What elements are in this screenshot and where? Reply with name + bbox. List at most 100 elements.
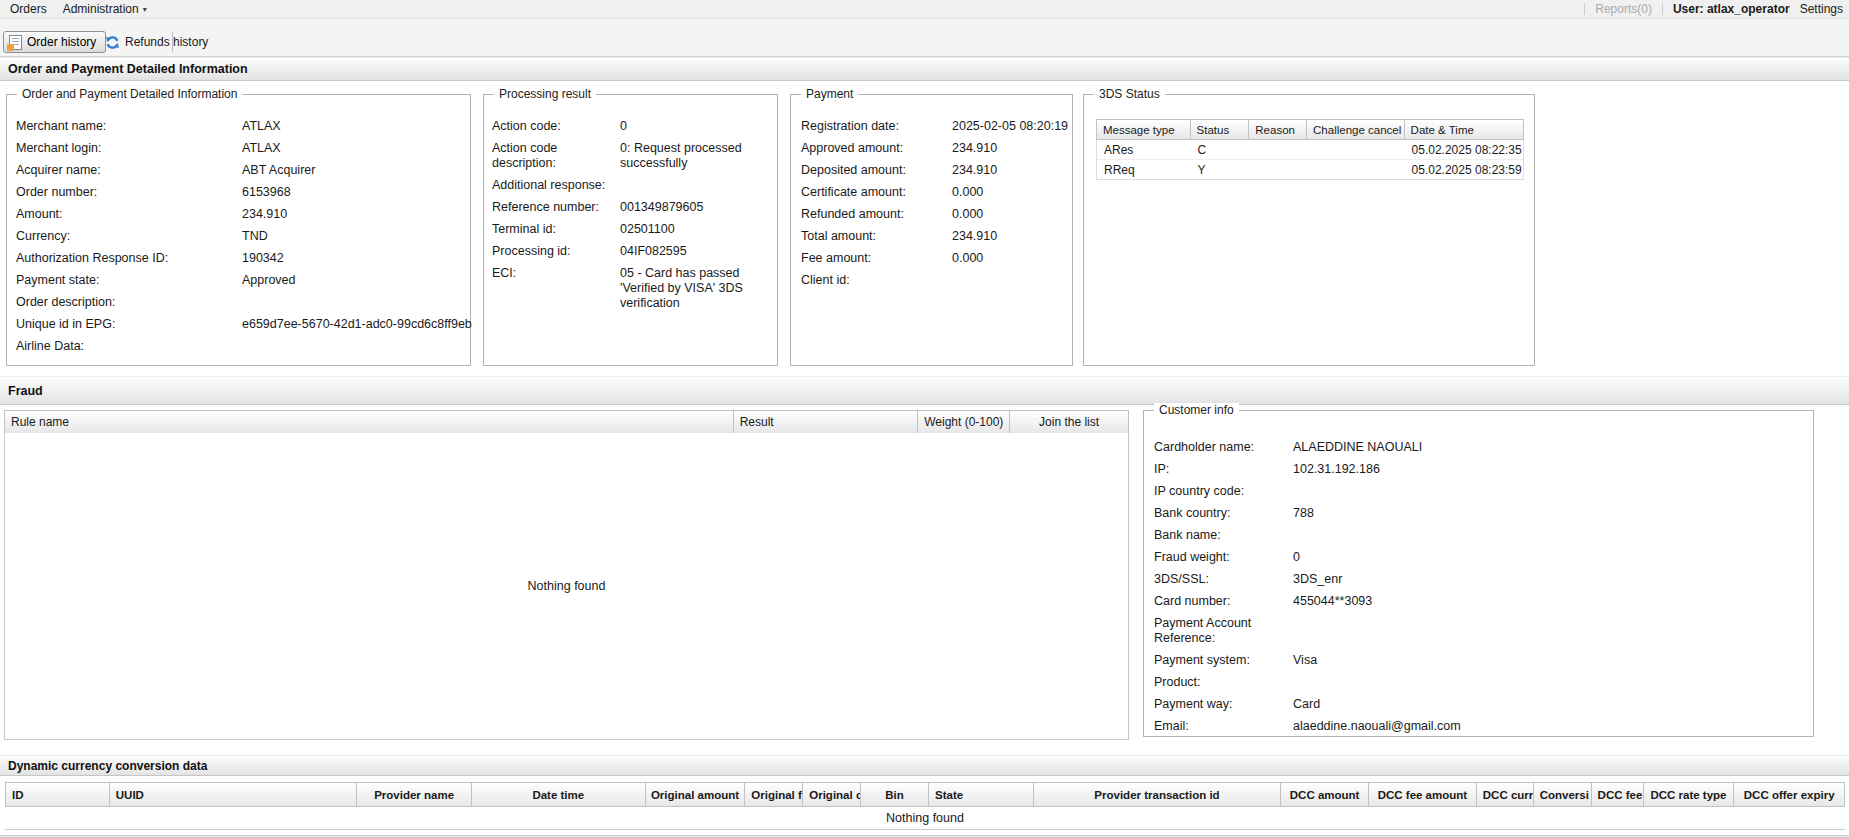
column-header[interactable]: Message type [1097, 120, 1191, 139]
field-value [1293, 675, 1805, 690]
field-value: 788 [1293, 506, 1805, 521]
table-cell: 05.02.2025 08:23:59 [1405, 160, 1523, 179]
table-header-row: Message typeStatusReasonChallenge cancel… [1096, 119, 1524, 140]
column-header[interactable]: Original amount [646, 783, 746, 806]
field-label: Card number: [1154, 594, 1293, 609]
menu-item-orders[interactable]: Orders [6, 2, 59, 16]
table-cell [1249, 160, 1307, 179]
field-value: 02501100 [620, 222, 769, 237]
field-row: ECI:05 - Card has passed 'Verified by VI… [492, 266, 769, 311]
column-header[interactable]: Result [734, 411, 919, 433]
field-value [1293, 484, 1805, 499]
field-label: Payment way: [1154, 697, 1293, 712]
field-value: 6153968 [242, 185, 470, 200]
field-label: Deposited amount: [801, 163, 952, 178]
column-header[interactable]: Original f [745, 783, 803, 806]
field-value: e659d7ee-5670-42d1-adc0-99cd6c8ff9eb [242, 317, 472, 332]
column-header[interactable]: Weight (0-100) [918, 411, 1010, 433]
field-row: Card number:455044**3093 [1154, 594, 1805, 609]
field-label: Registration date: [801, 119, 952, 134]
column-header[interactable]: Provider name [357, 783, 472, 806]
field-row: Cardholder name:ALAEDDINE NAOUALI [1154, 440, 1805, 455]
field-row: Registration date:2025-02-05 08:20:19 [801, 119, 1070, 134]
column-header[interactable]: Reason [1249, 120, 1307, 139]
column-header[interactable]: Provider transaction id [1034, 783, 1281, 806]
field-row: Airline Data: [16, 339, 470, 354]
column-header[interactable]: UUID [110, 783, 357, 806]
field-label: Total amount: [801, 229, 952, 244]
field-value: ABT Acquirer [242, 163, 470, 178]
field-row: Client id: [801, 273, 1070, 288]
refunds-history-button[interactable]: Refunds history [97, 31, 216, 53]
field-row: Payment Account Reference: [1154, 616, 1805, 646]
column-header[interactable]: DCC fee amount [1369, 783, 1477, 806]
column-header[interactable]: ID [6, 783, 110, 806]
field-label: Approved amount: [801, 141, 952, 156]
column-header[interactable]: DCC offer expiry [1734, 783, 1844, 806]
field-value: alaeddine.naouali@gmail.com [1293, 719, 1805, 734]
column-header[interactable]: Bin [861, 783, 929, 806]
field-label: IP country code: [1154, 484, 1293, 499]
fieldset-payment-legend: Payment [801, 87, 858, 101]
field-label: Airline Data: [16, 339, 242, 354]
field-value [242, 339, 470, 354]
field-label: Payment Account Reference: [1154, 616, 1293, 646]
column-header[interactable]: Challenge cancel [1307, 120, 1405, 139]
fieldset-order-info-legend: Order and Payment Detailed Information [17, 87, 242, 101]
column-header[interactable]: Date & Time [1405, 120, 1523, 139]
field-label: Merchant name: [16, 119, 242, 134]
table-row[interactable]: AResC05.02.2025 08:22:35 [1096, 140, 1524, 160]
field-label: Cardholder name: [1154, 440, 1293, 455]
field-value: 04IF082595 [620, 244, 769, 259]
field-label: Payment state: [16, 273, 242, 288]
column-header[interactable]: Rule name [5, 411, 734, 433]
settings-link[interactable]: Settings [1800, 2, 1843, 16]
field-value: 234.910 [952, 163, 1070, 178]
fieldset-customer-info: Customer info Cardholder name:ALAEDDINE … [1143, 410, 1814, 737]
column-header[interactable]: DCC rate type [1644, 783, 1734, 806]
dcc-table-header: IDUUIDProvider nameDate timeOriginal amo… [5, 782, 1845, 807]
field-row: Fraud weight:0 [1154, 550, 1805, 565]
section-header-order-payment: Order and Payment Detailed Information [0, 57, 1849, 81]
field-row: Amount:234.910 [16, 207, 470, 222]
table-cell [1307, 140, 1405, 159]
order-history-button[interactable]: Order history [3, 31, 106, 53]
table-cell: 05.02.2025 08:22:35 [1405, 140, 1523, 159]
table-header-row: Rule nameResultWeight (0-100)Join the li… [4, 410, 1129, 434]
column-header[interactable]: Original c [803, 783, 861, 806]
field-row: Processing id:04IF082595 [492, 244, 769, 259]
column-header[interactable]: DCC fee [1592, 783, 1645, 806]
field-value: 102.31.192.186 [1293, 462, 1805, 477]
field-value: 001349879605 [620, 200, 769, 215]
column-header[interactable]: Join the list [1010, 411, 1128, 433]
column-header[interactable]: Status [1191, 120, 1250, 139]
field-value: 234.910 [242, 207, 470, 222]
column-header[interactable]: DCC curr [1477, 783, 1534, 806]
field-row: Payment state:Approved [16, 273, 470, 288]
field-value: 2025-02-05 08:20:19 [952, 119, 1070, 134]
field-label: Processing id: [492, 244, 620, 259]
refresh-icon [105, 35, 120, 50]
field-value: 0.000 [952, 251, 1070, 266]
table-row[interactable]: RReqY05.02.2025 08:23:59 [1096, 160, 1524, 180]
column-header[interactable]: DCC amount [1281, 783, 1369, 806]
field-row: Fee amount:0.000 [801, 251, 1070, 266]
field-row: Approved amount:234.910 [801, 141, 1070, 156]
column-header[interactable]: Conversi [1534, 783, 1592, 806]
field-label: Terminal id: [492, 222, 620, 237]
field-label: Authorization Response ID: [16, 251, 242, 266]
table-cell [1307, 160, 1405, 179]
processing-rows: Action code:0Action code description:0: … [484, 119, 777, 318]
reports-link[interactable]: Reports(0) [1595, 2, 1652, 16]
column-header[interactable]: State [929, 783, 1034, 806]
table-cell: RReq [1097, 160, 1191, 179]
column-header[interactable]: Date time [472, 783, 646, 806]
payment-rows: Registration date:2025-02-05 08:20:19App… [791, 119, 1072, 295]
field-label: Currency: [16, 229, 242, 244]
field-label: Acquirer name: [16, 163, 242, 178]
field-value: 190342 [242, 251, 470, 266]
field-label: IP: [1154, 462, 1293, 477]
menu-item-administration[interactable]: Administration▾ [59, 2, 159, 16]
field-value: 455044**3093 [1293, 594, 1805, 609]
table-header-row: IDUUIDProvider nameDate timeOriginal amo… [5, 782, 1845, 807]
